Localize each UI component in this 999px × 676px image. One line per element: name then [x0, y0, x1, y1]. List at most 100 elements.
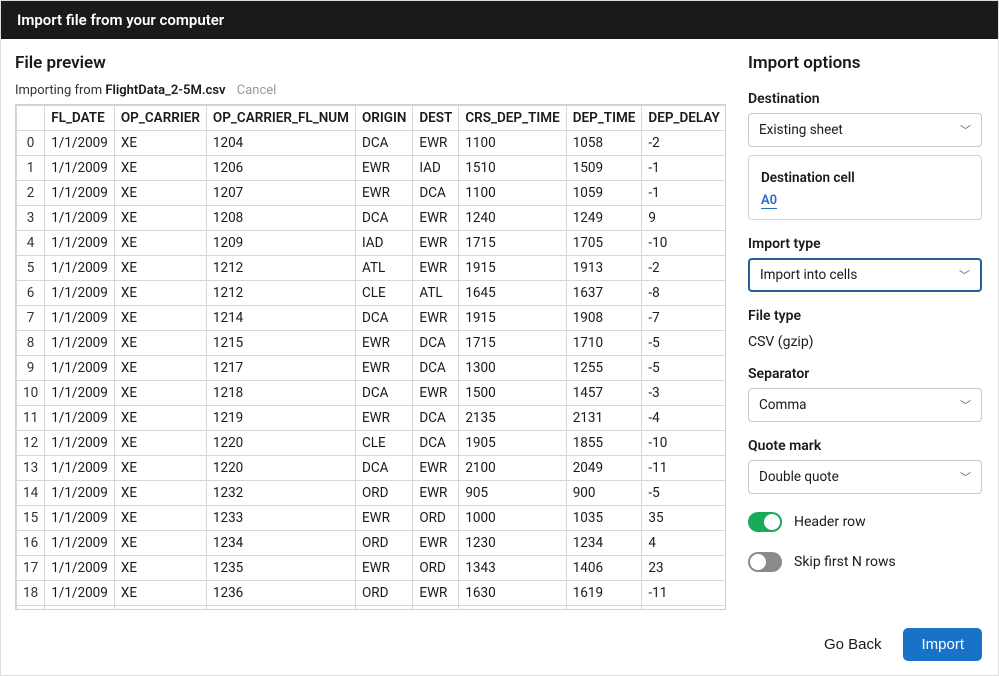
table-cell: 1300 — [459, 356, 566, 381]
chevron-down-icon: ﹀ — [960, 122, 971, 138]
table-cell: ORD — [355, 531, 412, 556]
table-cell: 1630 — [459, 581, 566, 606]
table-row[interactable]: 41/1/2009XE1209IADEWR17151705-10 — [17, 231, 727, 256]
table-row[interactable]: 81/1/2009XE1215EWRDCA17151710-5 — [17, 331, 727, 356]
table-row[interactable]: 141/1/2009XE1232ORDEWR905900-5 — [17, 481, 727, 506]
quote-mark-label: Quote mark — [748, 438, 982, 454]
separator-value: Comma — [759, 397, 807, 413]
table-row[interactable]: 131/1/2009XE1220DCAEWR21002049-11 — [17, 456, 727, 481]
cancel-import-link[interactable]: Cancel — [237, 83, 277, 98]
table-cell: EWR — [413, 231, 459, 256]
row-index: 6 — [17, 281, 45, 306]
table-cell: EWR — [413, 256, 459, 281]
table-cell: -11 — [642, 456, 726, 481]
preview-table: FL_DATEOP_CARRIEROP_CARRIER_FL_NUMORIGIN… — [16, 105, 726, 610]
table-cell: 1212 — [206, 256, 355, 281]
table-cell: 2131 — [566, 406, 642, 431]
table-cell: 1233 — [206, 506, 355, 531]
import-type-select[interactable]: Import into cells ﹀ — [748, 258, 982, 292]
table-cell: DCA — [413, 406, 459, 431]
table-cell: 1236 — [206, 581, 355, 606]
table-cell: EWR — [413, 581, 459, 606]
table-cell: DCA — [355, 306, 412, 331]
chevron-down-icon: ﹀ — [959, 267, 970, 283]
column-header[interactable]: FL_DATE — [45, 106, 115, 131]
table-row[interactable]: 31/1/2009XE1208DCAEWR124012499 — [17, 206, 727, 231]
table-cell: 1/1/2009 — [45, 581, 115, 606]
row-index: 19 — [17, 606, 45, 611]
preview-table-container[interactable]: FL_DATEOP_CARRIEROP_CARRIER_FL_NUMORIGIN… — [15, 104, 726, 610]
table-cell: 1219 — [206, 406, 355, 431]
preview-panel: File preview Importing from FlightData_2… — [1, 39, 740, 618]
table-cell: -5 — [642, 481, 726, 506]
chevron-down-icon: ﹀ — [960, 469, 971, 485]
table-cell: 1/1/2009 — [45, 281, 115, 306]
table-cell: XE — [114, 306, 206, 331]
destination-select[interactable]: Existing sheet ﹀ — [748, 113, 982, 147]
table-row[interactable]: 191/1/2009XE1237EWRORD19301927-3 — [17, 606, 727, 611]
table-row[interactable]: 21/1/2009XE1207EWRDCA11001059-1 — [17, 181, 727, 206]
table-cell: 1715 — [459, 331, 566, 356]
table-cell: 1035 — [566, 506, 642, 531]
column-header[interactable]: DEP_TIME — [566, 106, 642, 131]
row-index: 14 — [17, 481, 45, 506]
importing-label: Importing from — [15, 83, 105, 98]
quote-mark-select[interactable]: Double quote ﹀ — [748, 460, 982, 494]
table-cell: 1/1/2009 — [45, 356, 115, 381]
table-row[interactable]: 61/1/2009XE1212CLEATL16451637-8 — [17, 281, 727, 306]
column-header[interactable]: OP_CARRIER — [114, 106, 206, 131]
table-row[interactable]: 91/1/2009XE1217EWRDCA13001255-5 — [17, 356, 727, 381]
table-cell: XE — [114, 381, 206, 406]
table-cell: 2049 — [566, 456, 642, 481]
table-cell: 1218 — [206, 381, 355, 406]
column-header[interactable]: DEST — [413, 106, 459, 131]
table-cell: 1255 — [566, 356, 642, 381]
table-cell: 1913 — [566, 256, 642, 281]
column-header[interactable]: CRS_DEP_TIME — [459, 106, 566, 131]
table-cell: 1715 — [459, 231, 566, 256]
table-cell: XE — [114, 481, 206, 506]
preview-heading: File preview — [15, 53, 726, 73]
table-row[interactable]: 51/1/2009XE1212ATLEWR19151913-2 — [17, 256, 727, 281]
import-button[interactable]: Import — [903, 628, 982, 661]
table-row[interactable]: 71/1/2009XE1214DCAEWR19151908-7 — [17, 306, 727, 331]
table-row[interactable]: 01/1/2009XE1204DCAEWR11001058-2 — [17, 131, 727, 156]
column-header[interactable]: OP_CARRIER_FL_NUM — [206, 106, 355, 131]
column-header[interactable]: ORIGIN — [355, 106, 412, 131]
skip-rows-toggle-row: Skip first N rows — [748, 552, 982, 572]
table-cell: EWR — [413, 531, 459, 556]
table-cell: CLE — [355, 281, 412, 306]
table-row[interactable]: 101/1/2009XE1218DCAEWR15001457-3 — [17, 381, 727, 406]
table-cell: EWR — [413, 456, 459, 481]
dialog-footer: Go Back Import — [1, 618, 998, 675]
table-row[interactable]: 11/1/2009XE1206EWRIAD15101509-1 — [17, 156, 727, 181]
table-row[interactable]: 111/1/2009XE1219EWRDCA21352131-4 — [17, 406, 727, 431]
table-cell: DCA — [355, 456, 412, 481]
table-cell: 1/1/2009 — [45, 206, 115, 231]
table-cell: 35 — [642, 506, 726, 531]
separator-select[interactable]: Comma ﹀ — [748, 388, 982, 422]
table-cell: DCA — [413, 431, 459, 456]
row-index: 1 — [17, 156, 45, 181]
table-row[interactable]: 151/1/2009XE1233EWRORD1000103535 — [17, 506, 727, 531]
table-row[interactable]: 181/1/2009XE1236ORDEWR16301619-11 — [17, 581, 727, 606]
table-cell: DCA — [355, 206, 412, 231]
table-cell: XE — [114, 331, 206, 356]
row-index: 17 — [17, 556, 45, 581]
table-cell: 1927 — [566, 606, 642, 611]
skip-rows-toggle[interactable] — [748, 552, 782, 572]
table-cell: -1 — [642, 156, 726, 181]
table-row[interactable]: 161/1/2009XE1234ORDEWR123012344 — [17, 531, 727, 556]
table-cell: EWR — [355, 331, 412, 356]
table-cell: 1905 — [459, 431, 566, 456]
table-cell: -3 — [642, 381, 726, 406]
table-row[interactable]: 121/1/2009XE1220CLEDCA19051855-10 — [17, 431, 727, 456]
destination-cell-link[interactable]: A0 — [761, 193, 777, 209]
table-cell: 1000 — [459, 506, 566, 531]
table-cell: DCA — [413, 331, 459, 356]
table-row[interactable]: 171/1/2009XE1235EWRORD1343140623 — [17, 556, 727, 581]
go-back-button[interactable]: Go Back — [820, 628, 886, 661]
row-index: 10 — [17, 381, 45, 406]
header-row-toggle[interactable] — [748, 512, 782, 532]
column-header[interactable]: DEP_DELAY — [642, 106, 726, 131]
